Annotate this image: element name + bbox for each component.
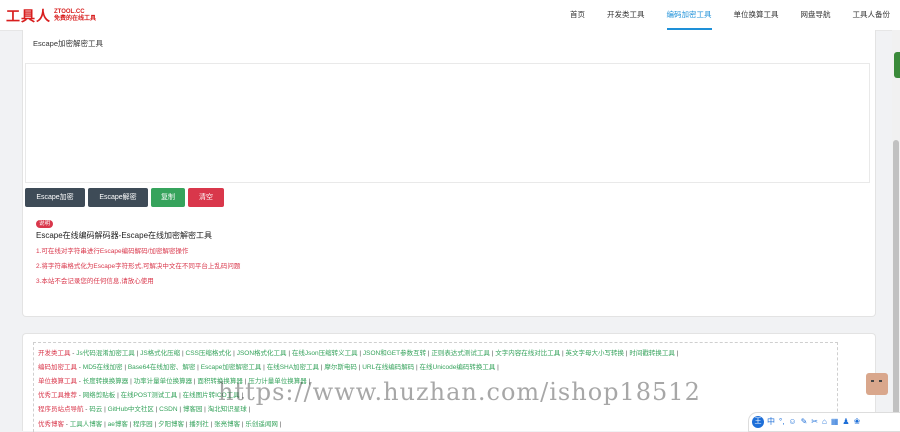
logo-domain: ZTOOL.CC [54,9,85,15]
main-nav: 首页 开发类工具 编码加密工具 单位换算工具 网盘导航 工具人备份 [548,0,890,30]
chat-avatar-icon[interactable] [866,373,888,395]
logo-subtitle: ZTOOL.CC 免费的在线工具 [54,9,96,23]
link-item[interactable]: 英文字母大小写转换 [566,350,625,357]
nav-backup[interactable]: 工具人备份 [853,0,891,30]
info-badge: 说明 [36,220,54,228]
chinese-mode-icon[interactable]: 中 [767,413,775,431]
tool-title: Escape加密解密工具 [33,39,104,48]
link-item[interactable]: CSDN [159,406,177,413]
link-item[interactable]: 在线Json压缩转义工具 [292,350,358,357]
link-item[interactable]: JSON格式化工具 [237,350,287,357]
link-item[interactable]: 摩尔斯电码 [324,364,357,371]
link-row: 优秀工具推荐 - 网络剪贴板 | 在线POST测试工具 | 在线图片转ICO工具… [38,392,244,399]
link-row: 优秀博客 - 工具人博客 | ae博客 | 程序园 | 夕阳博客 | 播列社 |… [38,421,282,428]
link-category: 优秀工具推荐 [38,392,77,399]
nav-encoding-tools[interactable]: 编码加密工具 [666,0,712,30]
scissors-icon[interactable]: ✂ [811,413,818,431]
link-item[interactable]: 网络剪贴板 [83,392,116,399]
escape-encrypt-button[interactable]: Escape加密 [25,188,85,207]
button-row: Escape加密 Escape解密 复制 清空 [25,188,227,207]
handwrite-icon[interactable]: ✎ [801,413,808,431]
watermark-text: https://www.huzhan.com/ishop18512 [218,378,701,406]
ime-logo-icon[interactable]: 王 [752,416,764,428]
link-item[interactable]: 码云 [89,406,102,413]
input-textarea[interactable] [25,63,870,183]
info-line-2: 2.将字符串格式化为Escape字符形式,可解决中文在不同平台上乱码问题 [36,263,241,270]
link-item[interactable]: 长度转换换算器 [83,378,129,385]
link-item[interactable]: 程序园 [133,421,153,428]
settings-icon[interactable]: ❀ [854,413,861,431]
nav-home[interactable]: 首页 [570,0,585,30]
link-item[interactable]: MD5在线加密 [83,364,123,371]
link-category: 单位换算工具 [38,378,77,385]
link-item[interactable]: JS格式化压缩 [140,350,180,357]
link-item[interactable]: 文字内容在线对比工具 [495,350,560,357]
link-item[interactable]: 在线POST测试工具 [121,392,178,399]
clear-button[interactable]: 清空 [188,188,224,207]
copy-button[interactable]: 复制 [151,188,185,207]
link-item[interactable]: 工具人博客 [70,421,103,428]
link-item[interactable]: 淘北知识星球 [208,406,247,413]
link-item[interactable]: 功率计量单位换算器 [134,378,193,385]
link-item[interactable]: 夕阳博客 [158,421,184,428]
link-category: 优秀博客 [38,421,64,428]
top-header: 工具人 ZTOOL.CC 免费的在线工具 首页 开发类工具 编码加密工具 单位换… [0,0,900,31]
info-line-3: 3.本站不会记录您的任何信息,请放心使用 [36,278,154,285]
info-line-1: 1.可在线对字符串进行Escape编码解码/加密解密操作 [36,248,189,255]
link-row: 编码加密工具 - MD5在线加密 | Base64在线加密、解密 | Escap… [38,364,499,371]
link-category: 编码加密工具 [38,364,77,371]
link-item[interactable]: Base64在线加密、解密 [128,364,196,371]
link-item[interactable]: CSS压缩格式化 [186,350,232,357]
link-item[interactable]: URL在线编码解码 [362,364,414,371]
nav-netdisk[interactable]: 网盘导航 [801,0,831,30]
link-item[interactable]: 正则表达式测试工具 [431,350,490,357]
nav-dev-tools[interactable]: 开发类工具 [607,0,645,30]
grid-icon[interactable]: ▦ [831,413,839,431]
nav-unit-conversion[interactable]: 单位换算工具 [734,0,779,30]
site-logo[interactable]: 工具人 ZTOOL.CC 免费的在线工具 [6,6,96,26]
scrollbar-thumb[interactable] [893,140,899,420]
link-item[interactable]: GitHub中文社区 [108,406,154,413]
escape-decrypt-button[interactable]: Escape解密 [88,188,148,207]
link-item[interactable]: 时间戳转换工具 [629,350,675,357]
tool-card: Escape加密解密工具 Escape加密 Escape解密 复制 清空 说明 … [22,30,876,317]
logo-text: 工具人 [6,9,51,25]
link-item[interactable]: 播列社 [189,421,209,428]
link-item[interactable]: 博客园 [183,406,203,413]
logo-slogan: 免费的在线工具 [54,16,97,22]
link-row: 开发类工具 - Js代码混淆加密工具 | JS格式化压缩 | CSS压缩格式化 … [38,350,679,357]
link-item[interactable]: 乐创遥闻网 [245,421,278,428]
page-scrollbar[interactable] [892,30,900,430]
link-item[interactable]: Js代码混淆加密工具 [76,350,135,357]
emoji-icon[interactable]: ☺ [788,413,796,431]
home-icon[interactable]: ⌂ [822,413,827,431]
link-item[interactable]: 张亮博客 [214,421,240,428]
skin-icon[interactable]: ♟ [842,413,849,431]
punctuation-icon[interactable]: °, [779,413,784,431]
link-item[interactable]: JSON和GET参数互转 [363,350,426,357]
link-item[interactable]: 在线Unicode编码转换工具 [420,364,496,371]
link-item[interactable]: ae博客 [108,421,128,428]
link-item[interactable]: Escape加密解密工具 [201,364,262,371]
side-tab[interactable] [894,52,900,78]
link-category: 程序员站点导航 [38,406,84,413]
info-heading: Escape在线编码解码器-Escape在线加密解密工具 [36,231,213,240]
link-item[interactable]: 在线SHA加密工具 [267,364,319,371]
ime-toolbar: 王 中 °, ☺ ✎ ✂ ⌂ ▦ ♟ ❀ [748,412,900,432]
link-category: 开发类工具 [38,350,71,357]
